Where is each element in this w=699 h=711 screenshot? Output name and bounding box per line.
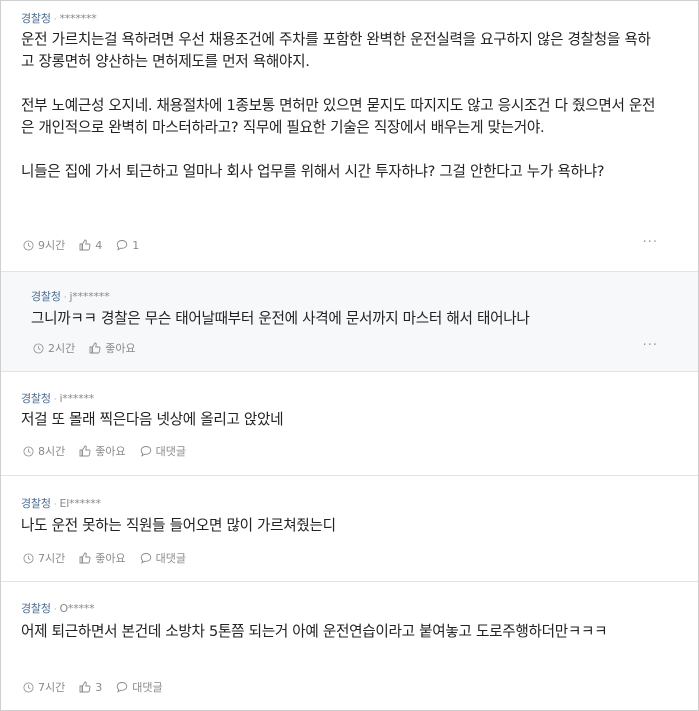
timestamp-text: 2시간	[48, 342, 76, 355]
speech-bubble-icon	[116, 240, 128, 251]
comment-actions: 7시간 좋아요 대댓글	[23, 550, 200, 566]
like-count: 4	[95, 238, 103, 252]
timestamp: 7시간	[23, 550, 65, 566]
reply-label: 대댓글	[155, 445, 186, 458]
comment: 경찰청 · ******* 운전 가르치는걸 욕하려면 우선 채용조건에 주차를 포…	[1, 1, 698, 271]
comment-meta: 경찰청 · *******	[21, 10, 97, 26]
like-button[interactable]: 3	[79, 681, 102, 694]
like-button[interactable]: 좋아요	[89, 340, 136, 356]
comment-text: 어제 퇴근하면서 본건데 소방차 5톤쯤 되는거 아예 운전연습이라고 붙여놓고…	[21, 623, 608, 640]
clock-icon	[23, 445, 34, 457]
like-button[interactable]: 좋아요	[79, 550, 126, 566]
meta-separator: ·	[53, 15, 57, 25]
like-button[interactable]: 좋아요	[79, 443, 126, 459]
comment-author[interactable]: 경찰청	[31, 290, 61, 303]
clock-icon	[33, 342, 44, 354]
thumbs-up-icon	[79, 239, 91, 251]
comment-user-id: i******	[59, 392, 95, 405]
like-label: 좋아요	[95, 445, 126, 458]
meta-separator: ·	[53, 605, 57, 615]
comment-text: 운전 가르치는걸 욕하려면 우선 채용조건에 주차를 포함한 완벽한 운전실력을…	[21, 31, 651, 70]
thumbs-up-icon	[79, 681, 91, 693]
comment-meta: 경찰청 · O*****	[21, 600, 95, 616]
comment-user-id: O*****	[59, 602, 95, 615]
reply-button[interactable]: 대댓글	[140, 443, 186, 459]
meta-separator: ·	[63, 293, 67, 303]
more-horizontal-icon[interactable]: ···	[643, 338, 658, 353]
speech-bubble-icon	[140, 553, 151, 564]
comment-body: 운전 가르치는걸 욕하려면 우선 채용조건에 주차를 포함한 완벽한 운전실력을…	[21, 29, 661, 183]
reply-label: 대댓글	[132, 681, 163, 694]
reply-comment: 경찰청 · j******* 그니까ㅋㅋ 경찰은 무슨 태어날때부터 운전에 사격에…	[1, 271, 698, 371]
more-horizontal-icon[interactable]: ···	[643, 235, 658, 250]
timestamp: 2시간	[33, 340, 75, 356]
comment-actions: 7시간 3 대댓글	[23, 679, 177, 695]
reply-button[interactable]: 1	[116, 239, 139, 252]
timestamp: 7시간	[23, 679, 65, 695]
comment-meta: 경찰청 · El******	[21, 495, 101, 511]
comment-actions: 9시간 4 1	[23, 237, 153, 253]
comment-text: 저걸 또 몰래 찍은다음 넷상에 올리고 앉았네	[21, 411, 284, 428]
timestamp-text: 7시간	[38, 552, 66, 565]
timestamp: 8시간	[23, 443, 65, 459]
clock-icon	[23, 681, 34, 693]
comment-body: 저걸 또 몰래 찍은다음 넷상에 올리고 앉았네	[21, 409, 661, 431]
speech-bubble-icon	[116, 682, 128, 693]
comment-list: 경찰청 · ******* 운전 가르치는걸 욕하려면 우선 채용조건에 주차를 포…	[0, 0, 699, 711]
like-button[interactable]: 4	[79, 239, 102, 252]
timestamp-text: 9시간	[38, 239, 66, 252]
comment-author[interactable]: 경찰청	[21, 392, 51, 405]
thumbs-up-icon	[89, 342, 101, 354]
thumbs-up-icon	[79, 445, 91, 457]
comment: 경찰청 · O***** 어제 퇴근하면서 본건데 소방차 5톤쯤 되는거 아예 운…	[1, 581, 698, 710]
like-label: 좋아요	[105, 342, 136, 355]
meta-separator: ·	[53, 500, 57, 510]
comment-text: 그니까ㅋㅋ 경찰은 무슨 태어날때부터 운전에 사격에 문서까지 마스터 해서 …	[31, 310, 530, 327]
like-count: 3	[95, 680, 103, 694]
comment-actions: 2시간 좋아요	[33, 340, 150, 356]
meta-separator: ·	[53, 395, 57, 405]
like-label: 좋아요	[95, 552, 126, 565]
comment: 경찰청 · i****** 저걸 또 몰래 찍은다음 넷상에 올리고 앉았네 8시간…	[1, 371, 698, 475]
comment-user-id: j*******	[69, 290, 110, 303]
reply-button[interactable]: 대댓글	[140, 550, 186, 566]
comment-author[interactable]: 경찰청	[21, 12, 51, 25]
reply-count: 1	[132, 238, 140, 252]
comment-text: 나도 운전 못하는 직원들 들어오면 많이 가르쳐줬는디	[21, 517, 336, 534]
comment-author[interactable]: 경찰청	[21, 602, 51, 615]
comment-actions: 8시간 좋아요 대댓글	[23, 443, 200, 459]
reply-label: 대댓글	[155, 552, 186, 565]
speech-bubble-icon	[140, 446, 151, 457]
timestamp-text: 8시간	[38, 445, 66, 458]
timestamp-text: 7시간	[38, 681, 66, 694]
clock-icon	[23, 552, 34, 564]
comment: 경찰청 · El****** 나도 운전 못하는 직원들 들어오면 많이 가르쳐줬는…	[1, 475, 698, 581]
thumbs-up-icon	[79, 552, 91, 564]
clock-icon	[23, 239, 34, 251]
reply-button[interactable]: 대댓글	[116, 679, 163, 695]
comment-user-id: El******	[59, 497, 101, 510]
comment-user-id: *******	[59, 12, 97, 25]
comment-meta: 경찰청 · i******	[21, 390, 94, 406]
comment-meta: 경찰청 · j*******	[31, 288, 110, 304]
comment-body: 그니까ㅋㅋ 경찰은 무슨 태어날때부터 운전에 사격에 문서까지 마스터 해서 …	[31, 308, 661, 330]
comment-body: 나도 운전 못하는 직원들 들어오면 많이 가르쳐줬는디	[21, 515, 661, 537]
timestamp: 9시간	[23, 237, 65, 253]
comment-author[interactable]: 경찰청	[21, 497, 51, 510]
comment-text: 전부 노예근성 오지네. 채용절차에 1종보통 면허만 있으면 묻지도 따지지도…	[21, 97, 656, 136]
comment-text: 니들은 집에 가서 퇴근하고 얼마나 회사 업무를 위해서 시간 투자하냐? 그…	[21, 163, 605, 180]
comment-body: 어제 퇴근하면서 본건데 소방차 5톤쯤 되는거 아예 운전연습이라고 붙여놓고…	[21, 621, 661, 643]
